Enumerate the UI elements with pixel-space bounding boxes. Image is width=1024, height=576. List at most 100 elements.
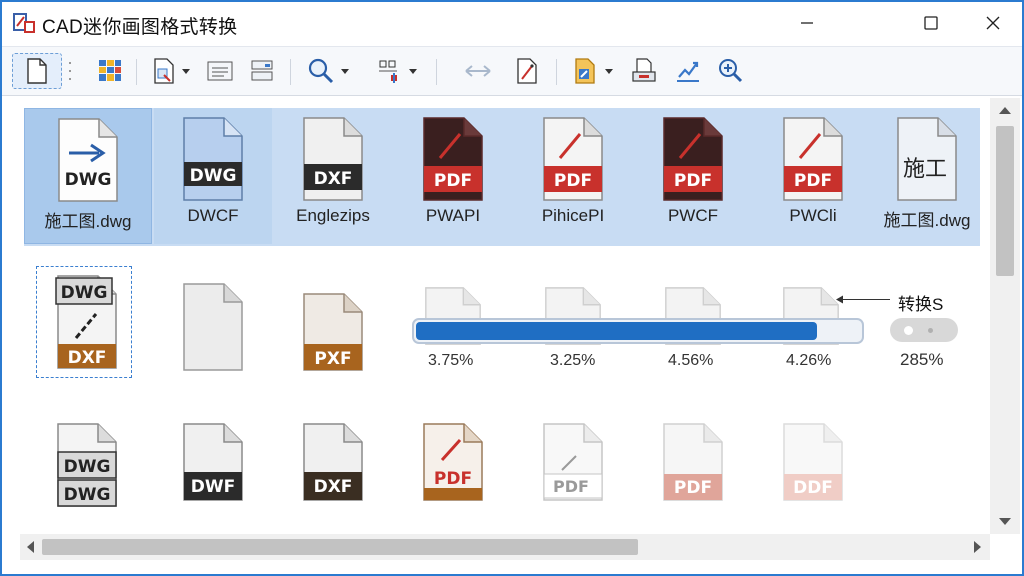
file-label: 施工图.dwg: [44, 212, 132, 231]
toggle-percent: 285%: [900, 350, 944, 369]
file-item[interactable]: PDF: [634, 422, 752, 502]
file-item[interactable]: DXF Englezips: [274, 108, 392, 244]
svg-text:DXF: DXF: [314, 477, 353, 497]
scroll-left-icon[interactable]: [26, 541, 34, 553]
window-title: CAD迷你画图格式转换: [42, 17, 238, 38]
pdf-file-icon: PDF: [783, 117, 843, 201]
file-label: PihicePI: [541, 206, 605, 225]
block-button[interactable]: [368, 53, 424, 89]
file-item[interactable]: DWG 施工图.dwg: [24, 108, 152, 244]
progress-percent: 4.56%: [668, 352, 714, 369]
dwg-to-dxf-icon: DWG DXF: [55, 275, 117, 369]
maximize-button[interactable]: [908, 8, 954, 38]
svg-text:DWG: DWG: [65, 170, 112, 190]
svg-text:PDF: PDF: [794, 171, 832, 191]
layout-button[interactable]: [244, 53, 280, 89]
svg-text:PDF: PDF: [434, 469, 472, 489]
file-item[interactable]: DDF: [754, 422, 872, 502]
pdf-file-icon: PDF: [423, 423, 483, 501]
toolbar-separator: [136, 59, 137, 85]
edit-button[interactable]: [510, 53, 546, 89]
measure-button[interactable]: [454, 53, 502, 89]
blank-file-icon: [183, 283, 243, 371]
grip-handle: [64, 53, 78, 89]
svg-text:DDF: DDF: [793, 478, 833, 498]
svg-text:DXF: DXF: [314, 169, 353, 189]
layers-grid-icon: [99, 60, 121, 81]
zoom-button[interactable]: [300, 53, 356, 89]
svg-text:施工: 施工: [903, 157, 947, 182]
file-item[interactable]: [154, 282, 272, 372]
zoom-fit-button[interactable]: [712, 53, 748, 89]
dwg-file-icon: DWG DWG: [57, 423, 117, 507]
file-label: PWCF: [667, 206, 719, 225]
dwf-file-icon: DWF: [183, 423, 243, 501]
batch-convert-icon: [575, 58, 595, 84]
callout-arrow-icon: [836, 295, 843, 304]
horizontal-scroll-thumb[interactable]: [42, 539, 638, 555]
layers-button[interactable]: [92, 53, 128, 89]
file-item[interactable]: PDF PWCli: [754, 108, 872, 244]
chevron-down-icon: [409, 68, 417, 74]
file-item[interactable]: DWG DWCF: [154, 108, 272, 244]
file-item[interactable]: 施工 施工图.dwg: [868, 108, 986, 244]
file-item[interactable]: DXF: [274, 422, 392, 502]
file-item[interactable]: DWG DWG: [28, 422, 146, 508]
file-label: Englezips: [296, 206, 370, 225]
page-export-icon: [154, 58, 174, 84]
file-item[interactable]: DWF: [154, 422, 272, 502]
file-item[interactable]: DWG DXF: [28, 274, 146, 370]
vertical-scroll-thumb[interactable]: [996, 126, 1014, 276]
minimize-button[interactable]: [784, 8, 830, 38]
print-button[interactable]: [626, 53, 662, 89]
toggle-knob: [904, 326, 913, 335]
progress-percent: 3.75%: [428, 352, 474, 369]
chevron-down-icon: [605, 68, 613, 74]
dwg-file-icon: DWG: [58, 118, 118, 202]
toolbar-separator: [436, 59, 437, 85]
scroll-up-icon[interactable]: [999, 106, 1011, 114]
pxf-file-icon: PXF: [303, 293, 363, 371]
file-item[interactable]: PDF PWAPI: [394, 108, 512, 244]
pdf-file-icon: PDF: [543, 117, 603, 201]
file-item[interactable]: PDF: [514, 422, 632, 502]
dxf-file-icon: DXF: [303, 117, 363, 201]
grip-icon: [69, 62, 71, 80]
minimize-icon: [801, 22, 813, 24]
properties-button[interactable]: [202, 53, 238, 89]
ddf-file-icon: DDF: [783, 423, 843, 501]
progress-fill: [416, 322, 817, 340]
scroll-right-icon[interactable]: [974, 541, 982, 553]
scroll-down-icon[interactable]: [999, 518, 1011, 526]
convert-toggle[interactable]: [890, 318, 958, 342]
svg-text:PXF: PXF: [314, 349, 351, 369]
svg-text:PDF: PDF: [674, 478, 712, 498]
annotate-button[interactable]: [670, 53, 706, 89]
toolbar-separator: [556, 59, 557, 85]
close-button[interactable]: [970, 8, 1016, 38]
file-item[interactable]: PDF: [394, 422, 512, 502]
dxf-file-icon: DXF: [303, 423, 363, 501]
cad-app-icon: [13, 13, 35, 33]
new-file-button[interactable]: [12, 53, 62, 89]
chevron-down-icon: [341, 68, 349, 74]
file-item[interactable]: PDF PihicePI: [514, 108, 632, 244]
double-arrow-icon: [465, 65, 491, 77]
file-label: DWCF: [187, 206, 239, 225]
toggle-dot: [928, 328, 933, 333]
layout-icon: [251, 60, 273, 81]
file-item[interactable]: PDF PWCF: [634, 108, 752, 244]
dwg-file-icon: DWG: [183, 117, 243, 201]
svg-text:PDF: PDF: [674, 171, 712, 191]
progress-percent: 4.26%: [786, 352, 832, 369]
horizontal-scrollbar[interactable]: [20, 534, 990, 560]
batch-button[interactable]: [566, 53, 620, 89]
file-label: 施工图.dwg: [883, 211, 971, 230]
page-export-button[interactable]: [146, 53, 196, 89]
svg-text:DWG: DWG: [64, 457, 111, 477]
vertical-scrollbar[interactable]: [990, 98, 1020, 534]
toolbar-separator: [290, 59, 291, 85]
file-item[interactable]: PXF: [274, 292, 392, 372]
svg-text:DWF: DWF: [191, 477, 235, 497]
edit-drawing-icon: [517, 58, 537, 84]
